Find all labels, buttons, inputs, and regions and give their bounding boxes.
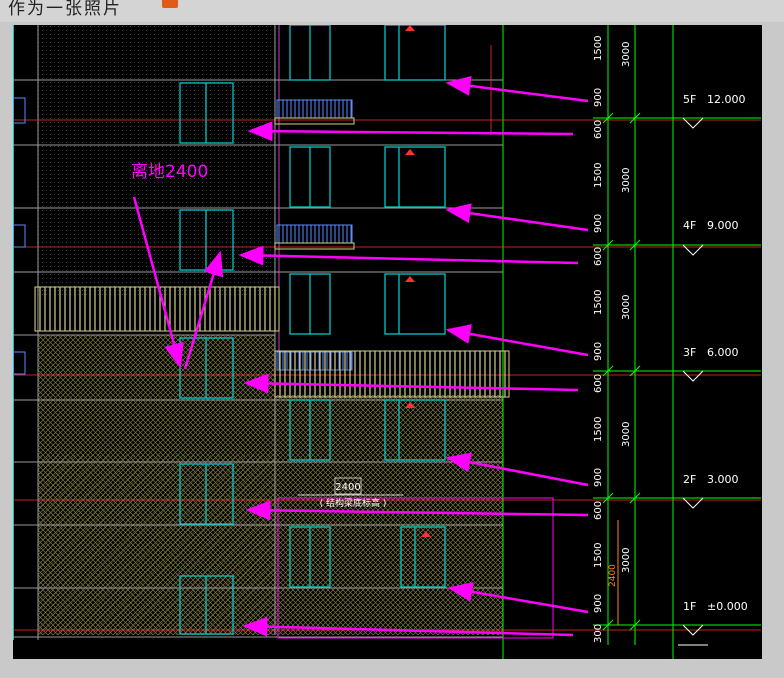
svg-text:900: 900 <box>593 594 604 613</box>
cad-canvas[interactable]: 2400 ( 结构梁底标高 ) 离地2400 1500 900 600 1500… <box>12 24 762 659</box>
svg-text:1500: 1500 <box>593 36 604 61</box>
svg-text:3000: 3000 <box>621 422 632 447</box>
svg-text:900: 900 <box>593 214 604 233</box>
svg-text:900: 900 <box>593 468 604 487</box>
level-2f-elev: 3.000 <box>707 473 739 486</box>
svg-text:900: 900 <box>593 88 604 107</box>
level-4f-label: 4F <box>683 219 696 232</box>
level-5f-elev: 12.000 <box>707 93 746 106</box>
svg-text:600: 600 <box>593 247 604 266</box>
note-text: ( 结构梁底标高 ) <box>320 497 387 509</box>
svg-text:600: 600 <box>593 501 604 520</box>
window-title: 作为一张照片 <box>8 0 122 19</box>
svg-text:3000: 3000 <box>621 548 632 573</box>
svg-text:300: 300 <box>593 624 604 643</box>
note-value: 2400 <box>335 482 360 493</box>
elevation-drawing: 2400 ( 结构梁底标高 ) 离地2400 1500 900 600 1500… <box>12 24 761 659</box>
level-4f-elev: 9.000 <box>707 219 739 232</box>
level-markers <box>678 117 708 646</box>
svg-text:1500: 1500 <box>593 543 604 568</box>
level-3f-elev: 6.000 <box>707 346 739 359</box>
level-1f-elev: ±0.000 <box>707 600 748 613</box>
top-bar: 作为一张照片 <box>0 0 784 22</box>
level-2f-label: 2F <box>683 473 696 486</box>
svg-text:1500: 1500 <box>593 417 604 442</box>
svg-text:3000: 3000 <box>621 168 632 193</box>
small-dim: 2400 <box>608 564 618 587</box>
svg-text:3000: 3000 <box>621 295 632 320</box>
balcony-4f <box>276 224 353 244</box>
inner-dimensions: 1500 900 600 1500 900 600 1500 900 600 1… <box>593 36 604 643</box>
balcony-5f <box>276 99 353 119</box>
lower-wall-left-hatch <box>38 455 275 635</box>
upper-wall <box>38 25 275 295</box>
floor-levels: 5F 12.000 4F 9.000 3F 6.000 2F 3.000 1F … <box>683 93 748 613</box>
search-icon[interactable] <box>162 0 178 8</box>
level-5f-label: 5F <box>683 93 696 106</box>
svg-text:1500: 1500 <box>593 163 604 188</box>
annotation-text: 离地2400 <box>131 162 208 182</box>
svg-text:900: 900 <box>593 342 604 361</box>
outer-dimensions: 3000 3000 3000 3000 3000 <box>621 42 632 573</box>
level-3f-label: 3F <box>683 346 696 359</box>
railing-right <box>274 350 510 398</box>
svg-text:3000: 3000 <box>621 42 632 67</box>
svg-text:600: 600 <box>593 374 604 393</box>
svg-text:1500: 1500 <box>593 290 604 315</box>
lower-wall-right <box>275 395 503 635</box>
railing-left <box>34 286 280 332</box>
svg-text:600: 600 <box>593 120 604 139</box>
level-1f-label: 1F <box>683 600 696 613</box>
